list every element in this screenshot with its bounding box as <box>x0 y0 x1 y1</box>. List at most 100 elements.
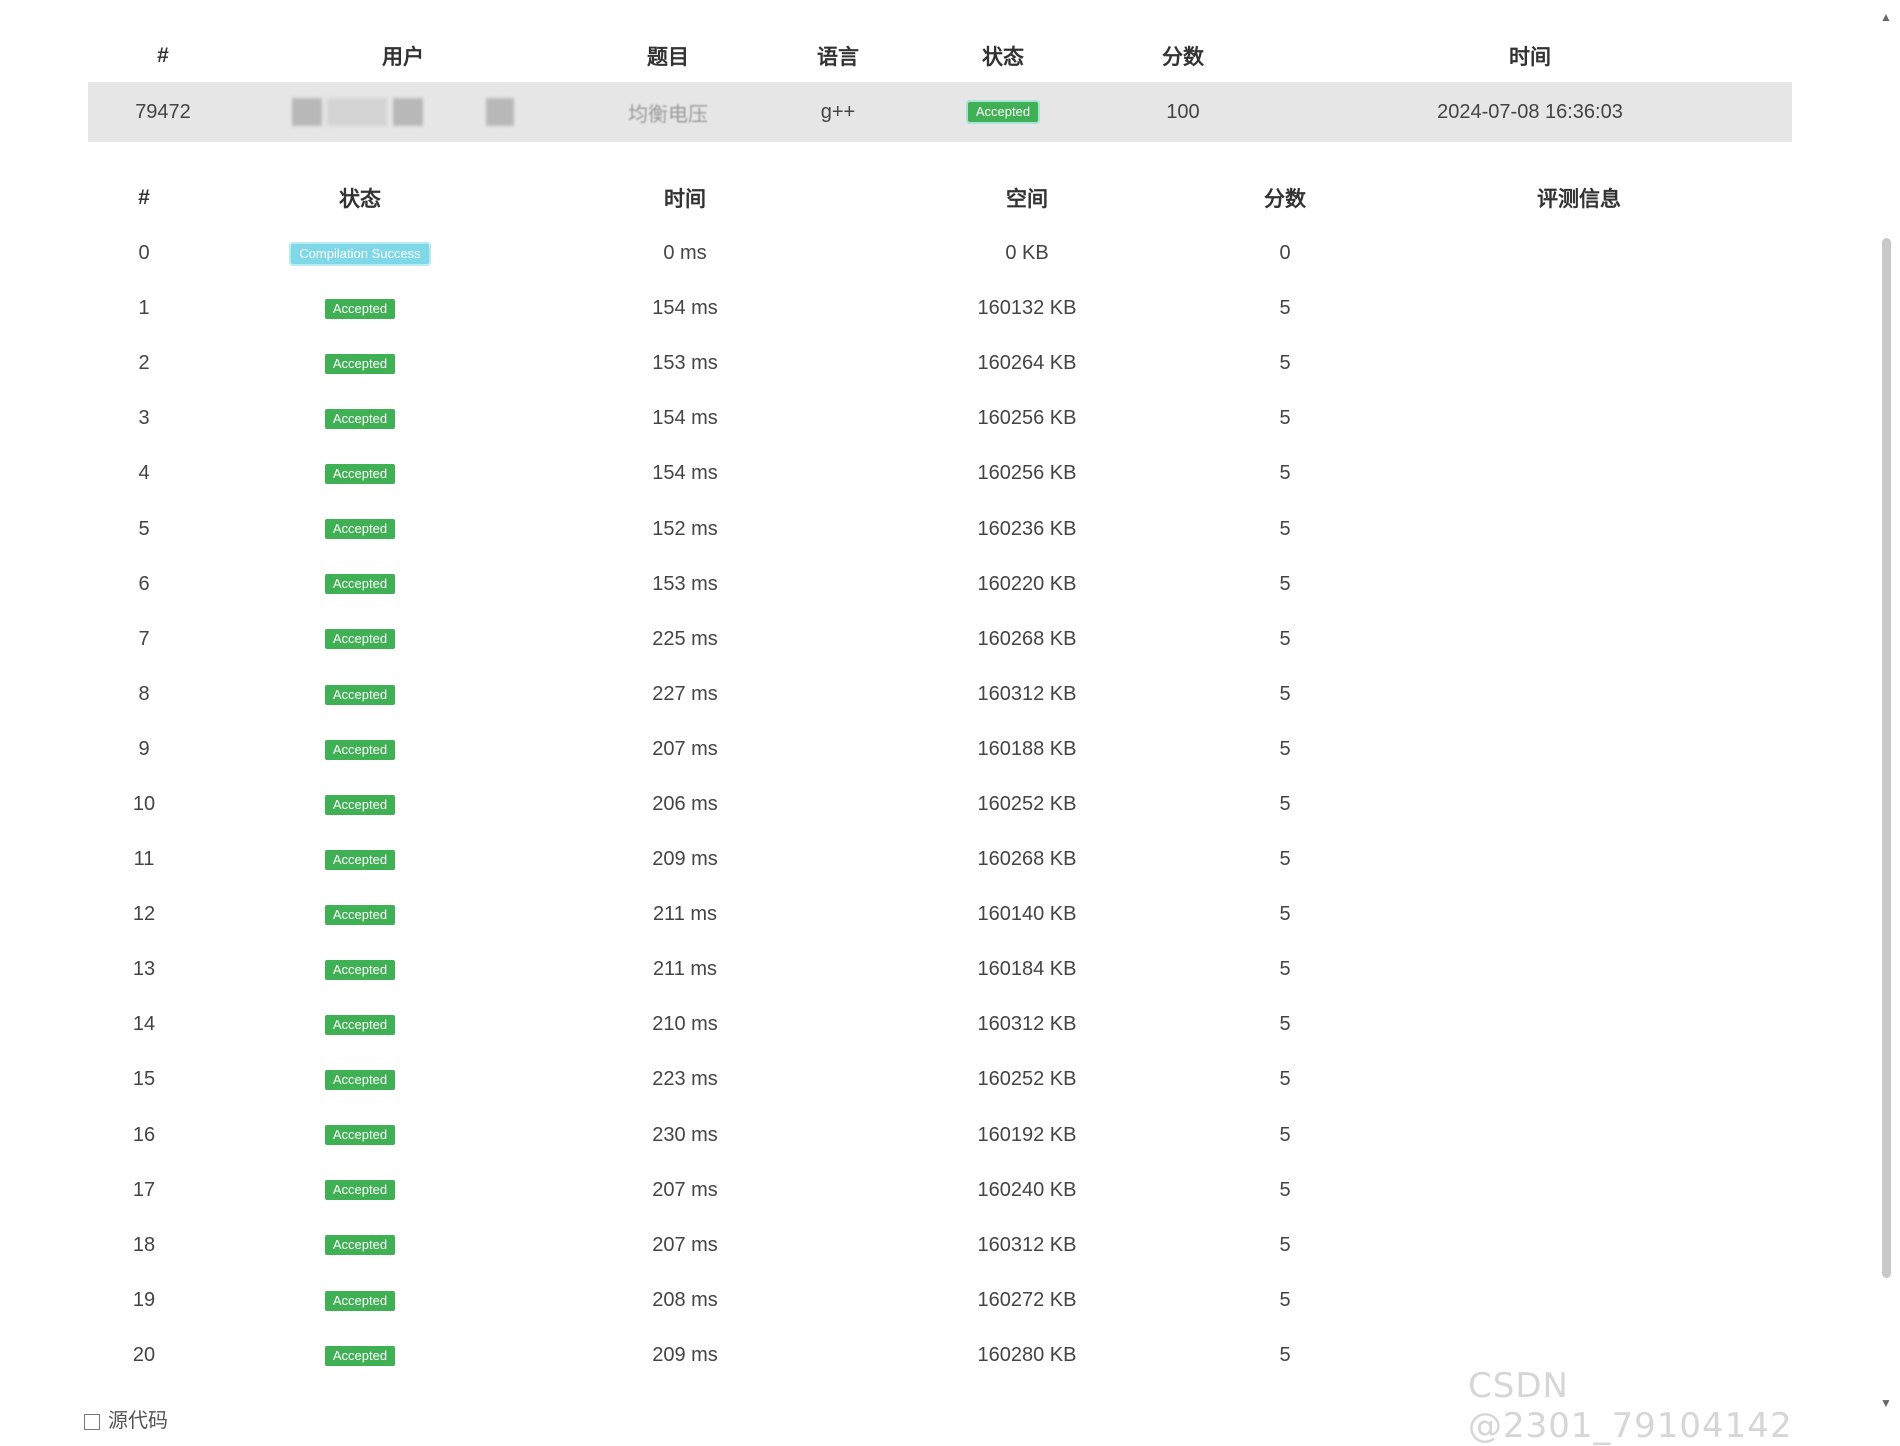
case-time: 209 ms <box>652 1343 718 1366</box>
case-info <box>1396 501 1762 556</box>
submission-row[interactable]: 79472 均衡电压 g++ Accepted 100 2024-07-08 1… <box>88 82 1792 142</box>
scroll-up-arrow-icon[interactable]: ▲ <box>1880 10 1892 24</box>
case-status-cell: Accepted <box>230 1163 490 1218</box>
case-status-badge: Accepted <box>324 959 396 980</box>
case-info <box>1396 281 1762 336</box>
submission-id[interactable]: 79472 <box>88 82 238 142</box>
case-space: 160272 KB <box>977 1288 1077 1311</box>
case-status-cell: Accepted <box>230 942 490 997</box>
case-number: 19 <box>132 1288 156 1311</box>
source-code-toggle[interactable]: 源代码 <box>84 1404 168 1433</box>
case-status-cell: Accepted <box>230 1273 490 1328</box>
case-info <box>1396 226 1762 281</box>
case-score: 5 <box>1279 407 1291 430</box>
case-space: 160312 KB <box>977 1233 1077 1256</box>
case-status-badge: Accepted <box>324 794 396 815</box>
case-number: 13 <box>132 958 156 981</box>
case-number: 18 <box>132 1233 156 1256</box>
case-time: 208 ms <box>652 1288 718 1311</box>
case-status-cell: Accepted <box>230 887 490 942</box>
case-number: 1 <box>138 297 150 320</box>
case-number: 12 <box>132 903 156 926</box>
test-case-row: 9 Accepted 207 ms 160188 KB 5 <box>58 722 1762 777</box>
header-case-time: 时间 <box>664 188 706 211</box>
case-number: 15 <box>132 1068 156 1091</box>
case-score: 5 <box>1279 517 1291 540</box>
case-space: 160140 KB <box>977 903 1077 926</box>
test-case-row: 19 Accepted 208 ms 160272 KB 5 <box>58 1273 1762 1328</box>
case-score: 5 <box>1279 1233 1291 1256</box>
case-score: 5 <box>1279 1343 1291 1366</box>
case-time: 153 ms <box>652 572 718 595</box>
case-status-cell: Accepted <box>230 832 490 887</box>
case-number: 7 <box>138 627 150 650</box>
test-case-row: 12 Accepted 211 ms 160140 KB 5 <box>58 887 1762 942</box>
test-case-row: 0 Compilation Success 0 ms 0 KB 0 <box>58 226 1762 281</box>
case-status-badge: Accepted <box>324 574 396 595</box>
redacted-block <box>486 98 515 126</box>
case-status-badge: Accepted <box>324 684 396 705</box>
header-problem: 题目 <box>647 46 689 69</box>
case-status-badge: Accepted <box>324 849 396 870</box>
case-status-cell: Accepted <box>230 557 490 612</box>
test-case-row: 3 Accepted 154 ms 160256 KB 5 <box>58 391 1762 446</box>
header-case-score: 分数 <box>1264 188 1306 211</box>
case-status-cell: Accepted <box>230 391 490 446</box>
case-number: 2 <box>138 352 150 375</box>
test-case-row: 16 Accepted 230 ms 160192 KB 5 <box>58 1108 1762 1163</box>
case-info <box>1396 777 1762 832</box>
case-info <box>1396 612 1762 667</box>
case-status-cell: Accepted <box>230 612 490 667</box>
case-number: 9 <box>138 737 150 760</box>
case-space: 160192 KB <box>977 1123 1077 1146</box>
header-case-space: 空间 <box>1006 188 1048 211</box>
case-status-badge: Accepted <box>324 629 396 650</box>
case-number: 5 <box>138 517 150 540</box>
case-space: 0 KB <box>1005 242 1049 265</box>
case-number: 3 <box>138 407 150 430</box>
case-space: 160252 KB <box>977 792 1077 815</box>
test-case-row: 11 Accepted 209 ms 160268 KB 5 <box>58 832 1762 887</box>
case-info <box>1396 1052 1762 1107</box>
scrollbar-thumb[interactable] <box>1882 238 1891 1278</box>
case-time: 230 ms <box>652 1123 718 1146</box>
case-number: 16 <box>132 1123 156 1146</box>
case-score: 5 <box>1279 627 1291 650</box>
test-case-row: 15 Accepted 223 ms 160252 KB 5 <box>58 1052 1762 1107</box>
header-case-id: # <box>138 186 150 209</box>
case-score: 5 <box>1279 682 1291 705</box>
case-status-badge: Accepted <box>324 739 396 760</box>
case-time: 154 ms <box>652 407 718 430</box>
submission-summary-table: # 用户 题目 语言 状态 分数 时间 79472 均衡电压 g++ Accep… <box>88 30 1792 142</box>
test-case-row: 13 Accepted 211 ms 160184 KB 5 <box>58 942 1762 997</box>
case-status-badge: Accepted <box>324 409 396 430</box>
test-case-row: 18 Accepted 207 ms 160312 KB 5 <box>58 1218 1762 1273</box>
case-status-cell: Accepted <box>230 501 490 556</box>
case-number: 4 <box>138 462 150 485</box>
expand-icon <box>84 1413 100 1430</box>
case-space: 160252 KB <box>977 1068 1077 1091</box>
case-score: 0 <box>1279 242 1291 265</box>
case-space: 160184 KB <box>977 958 1077 981</box>
case-status-cell: Accepted <box>230 1328 490 1383</box>
case-time: 154 ms <box>652 297 718 320</box>
test-case-row: 8 Accepted 227 ms 160312 KB 5 <box>58 667 1762 722</box>
case-info <box>1396 557 1762 612</box>
case-status-badge: Accepted <box>324 1235 396 1256</box>
watermark: CSDN @2301_79104142 <box>1468 1366 1793 1446</box>
case-status-badge: Accepted <box>324 1125 396 1146</box>
test-cases-table: # 状态 时间 空间 分数 评测信息 0 Compilation Success 0… <box>58 170 1762 1383</box>
header-id: # <box>157 44 169 67</box>
case-score: 5 <box>1279 1123 1291 1146</box>
problem-link[interactable]: 均衡电压 <box>568 82 768 142</box>
header-case-status: 状态 <box>339 188 381 211</box>
test-case-row: 14 Accepted 210 ms 160312 KB 5 <box>58 997 1762 1052</box>
user-redacted[interactable] <box>238 82 568 142</box>
case-status-badge: Accepted <box>324 1290 396 1311</box>
case-status-cell: Accepted <box>230 446 490 501</box>
case-time: 225 ms <box>652 627 718 650</box>
case-info <box>1396 446 1762 501</box>
case-status-cell: Accepted <box>230 281 490 336</box>
case-status-cell: Accepted <box>230 336 490 391</box>
case-score: 5 <box>1279 903 1291 926</box>
